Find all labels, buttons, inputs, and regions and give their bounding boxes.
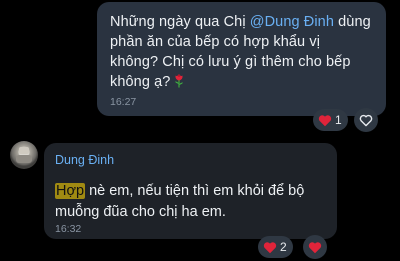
incoming-reactions: 2 bbox=[258, 235, 327, 259]
outgoing-text-before-mention: Những ngày qua Chị bbox=[110, 14, 250, 30]
incoming-timestamp: 16:32 bbox=[55, 223, 82, 235]
user-mention-link[interactable]: @Dung Đinh bbox=[250, 14, 334, 30]
heart-reaction-pill[interactable]: 1 bbox=[313, 109, 348, 131]
highlighted-word: Hợp bbox=[55, 183, 86, 199]
my-reaction-button[interactable] bbox=[302, 235, 327, 259]
incoming-text-body: nè em, nếu tiện thì em khỏi để bộ muỗng … bbox=[55, 183, 305, 220]
incoming-message-bubble[interactable]: Dung Đinh Hợp nè em, nếu tiện thì em khỏ… bbox=[44, 143, 337, 239]
heart-reaction-count: 2 bbox=[280, 240, 287, 254]
red-heart-icon bbox=[263, 241, 277, 253]
incoming-message-text: Hợp nè em, nếu tiện thì em khỏi để bộ mu… bbox=[55, 181, 325, 223]
outgoing-message-text: Những ngày qua Chị @Dung Đinh dùng phần … bbox=[110, 12, 372, 92]
heart-reaction-pill[interactable]: 2 bbox=[258, 236, 293, 258]
heart-reaction-count: 1 bbox=[335, 113, 342, 127]
sender-name[interactable]: Dung Đinh bbox=[55, 152, 325, 168]
outgoing-message-bubble[interactable]: Những ngày qua Chị @Dung Đinh dùng phần … bbox=[97, 2, 386, 116]
red-heart-icon bbox=[318, 114, 332, 126]
heart-outline-icon bbox=[359, 114, 372, 126]
red-heart-icon bbox=[308, 241, 321, 253]
rose-icon bbox=[175, 74, 184, 88]
outgoing-timestamp: 16:27 bbox=[110, 96, 137, 108]
add-reaction-button[interactable] bbox=[353, 108, 378, 132]
sender-avatar[interactable] bbox=[10, 141, 38, 169]
outgoing-reactions: 1 bbox=[313, 108, 378, 132]
